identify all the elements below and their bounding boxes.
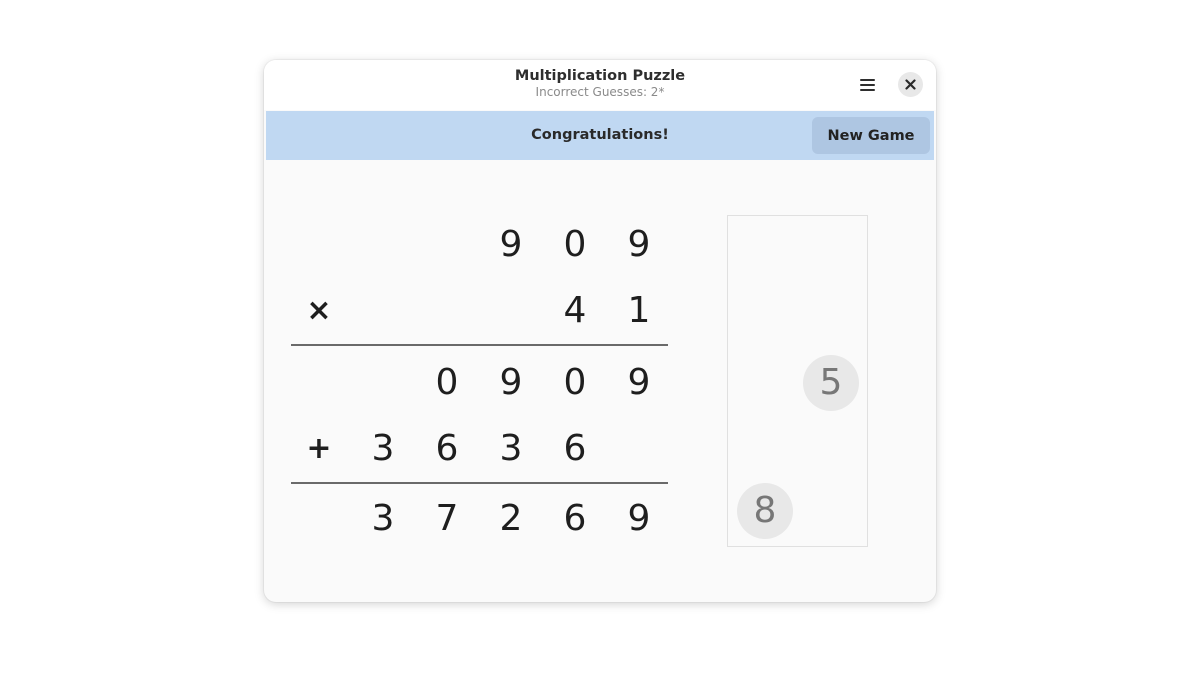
close-icon	[905, 79, 916, 90]
result-digit[interactable]: 2	[486, 494, 536, 544]
hamburger-menu-icon	[859, 79, 875, 91]
partial-product-digit[interactable]: 9	[614, 358, 664, 408]
result-digit[interactable]: 6	[550, 494, 600, 544]
multiplier-digit: 4	[563, 290, 587, 331]
multiplier-digit: 1	[627, 290, 651, 331]
partial-product-digit[interactable]: 0	[550, 358, 600, 408]
partial-product-digit[interactable]: 3	[358, 424, 408, 474]
success-infobar: Congratulations! New Game	[266, 111, 934, 160]
title-block: Multiplication Puzzle Incorrect Guesses:…	[264, 67, 936, 100]
incorrect-guesses-subtitle: Incorrect Guesses: 2*	[535, 85, 665, 99]
multiply-operator: ×	[306, 293, 332, 328]
digit-tile[interactable]: 8	[737, 483, 793, 539]
close-button[interactable]	[898, 72, 923, 97]
partial-product-digit[interactable]: 3	[486, 424, 536, 474]
add-operator: +	[306, 431, 332, 466]
partial-product-digit[interactable]: 9	[486, 358, 536, 408]
multiplication-divider	[291, 344, 668, 346]
new-game-button[interactable]: New Game	[812, 117, 930, 154]
addition-divider	[291, 482, 668, 484]
digit-tile[interactable]: 5	[803, 355, 859, 411]
window-title: Multiplication Puzzle	[514, 68, 686, 84]
result-digit[interactable]: 9	[614, 494, 664, 544]
result-digit[interactable]: 3	[358, 494, 408, 544]
multiplicand-digit: 0	[563, 224, 587, 265]
result-digit[interactable]: 7	[422, 494, 472, 544]
partial-product-digit[interactable]: 6	[422, 424, 472, 474]
app-window: Multiplication Puzzle Incorrect Guesses:…	[264, 60, 936, 602]
header-bar[interactable]: Multiplication Puzzle Incorrect Guesses:…	[264, 60, 936, 110]
partial-product-digit[interactable]: 6	[550, 424, 600, 474]
multiplicand-digit: 9	[499, 224, 523, 265]
main-menu-button[interactable]	[852, 72, 882, 98]
partial-product-digit[interactable]: 0	[422, 358, 472, 408]
digit-tile-tray: 5 8	[727, 215, 868, 547]
multiplicand-digit: 9	[627, 224, 651, 265]
